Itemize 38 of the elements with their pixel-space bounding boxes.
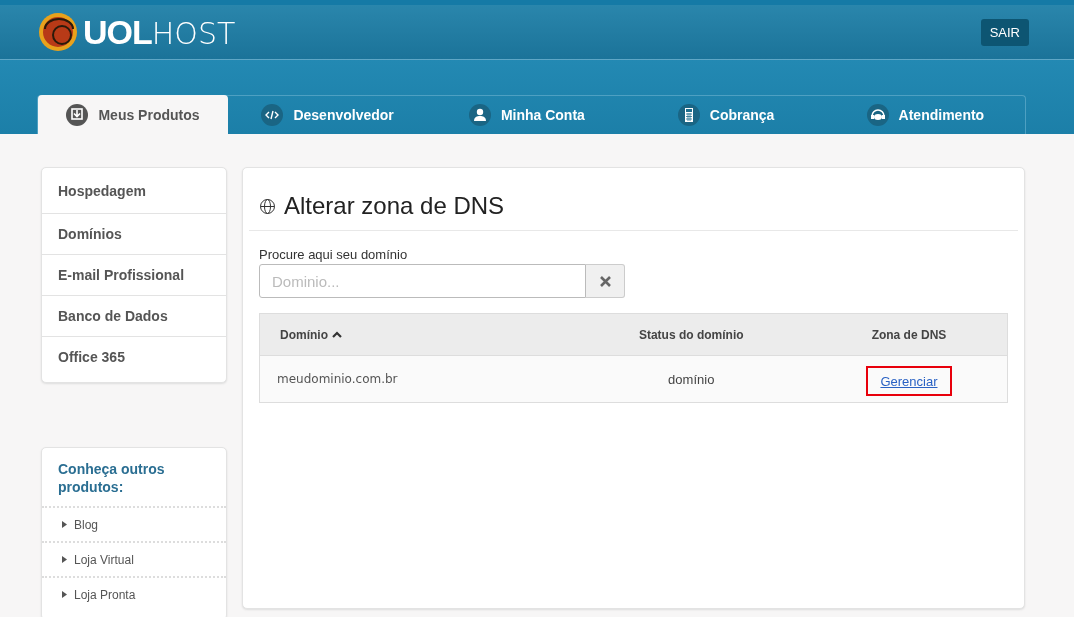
nav-tab[interactable]: Desenvolvedor <box>228 95 428 134</box>
product-link[interactable]: Blog <box>42 508 226 543</box>
user-icon <box>468 103 491 126</box>
products-title: Conheça outros produtos: <box>42 448 226 508</box>
close-icon <box>599 275 611 287</box>
clear-button[interactable] <box>586 264 625 298</box>
headset-icon <box>866 103 889 126</box>
status-cell: domínio <box>668 371 715 387</box>
nav-tab[interactable]: Meus Produtos <box>38 95 228 134</box>
sort-up-icon <box>332 331 342 338</box>
code-icon <box>261 103 284 126</box>
domain-cell: meudominio.com.br <box>277 372 398 386</box>
search-label: Procure aqui seu domínio <box>259 247 409 262</box>
page-title: Alterar zona de DNS <box>284 192 505 220</box>
nav-tab[interactable]: Minha Conta <box>427 95 627 134</box>
product-link[interactable]: Loja Pronta <box>42 578 226 617</box>
product-link[interactable]: Loja Virtual <box>42 543 226 578</box>
column-header[interactable]: Domínio <box>280 327 342 342</box>
sidebar-item[interactable]: Banco de Dados <box>42 296 226 337</box>
sidebar-item[interactable]: Domínios <box>42 214 226 255</box>
logo-icon <box>37 11 79 53</box>
caret-icon <box>62 556 67 563</box>
nav-tab[interactable]: Atendimento <box>825 95 1025 134</box>
caret-icon <box>62 591 67 598</box>
search-field[interactable]: Dominio... <box>259 264 586 298</box>
logo-text: UOLHOST <box>83 12 236 52</box>
calculator-icon <box>677 103 700 126</box>
globe-icon <box>259 197 276 215</box>
nav-tab[interactable]: Cobrança <box>626 95 826 134</box>
sidebar-item[interactable]: Office 365 <box>42 337 226 382</box>
manage-link[interactable]: Gerenciar <box>880 374 938 389</box>
column-header[interactable]: Zona de DNS <box>871 327 947 342</box>
download-icon <box>66 103 89 126</box>
sidebar-item[interactable]: E-mail Profissional <box>42 255 226 296</box>
caret-icon <box>62 521 67 528</box>
logout-button[interactable]: SAIR <box>980 18 1029 46</box>
sidebar-item[interactable]: Hospedagem <box>42 168 226 214</box>
column-header[interactable]: Status do domínio <box>638 327 744 342</box>
